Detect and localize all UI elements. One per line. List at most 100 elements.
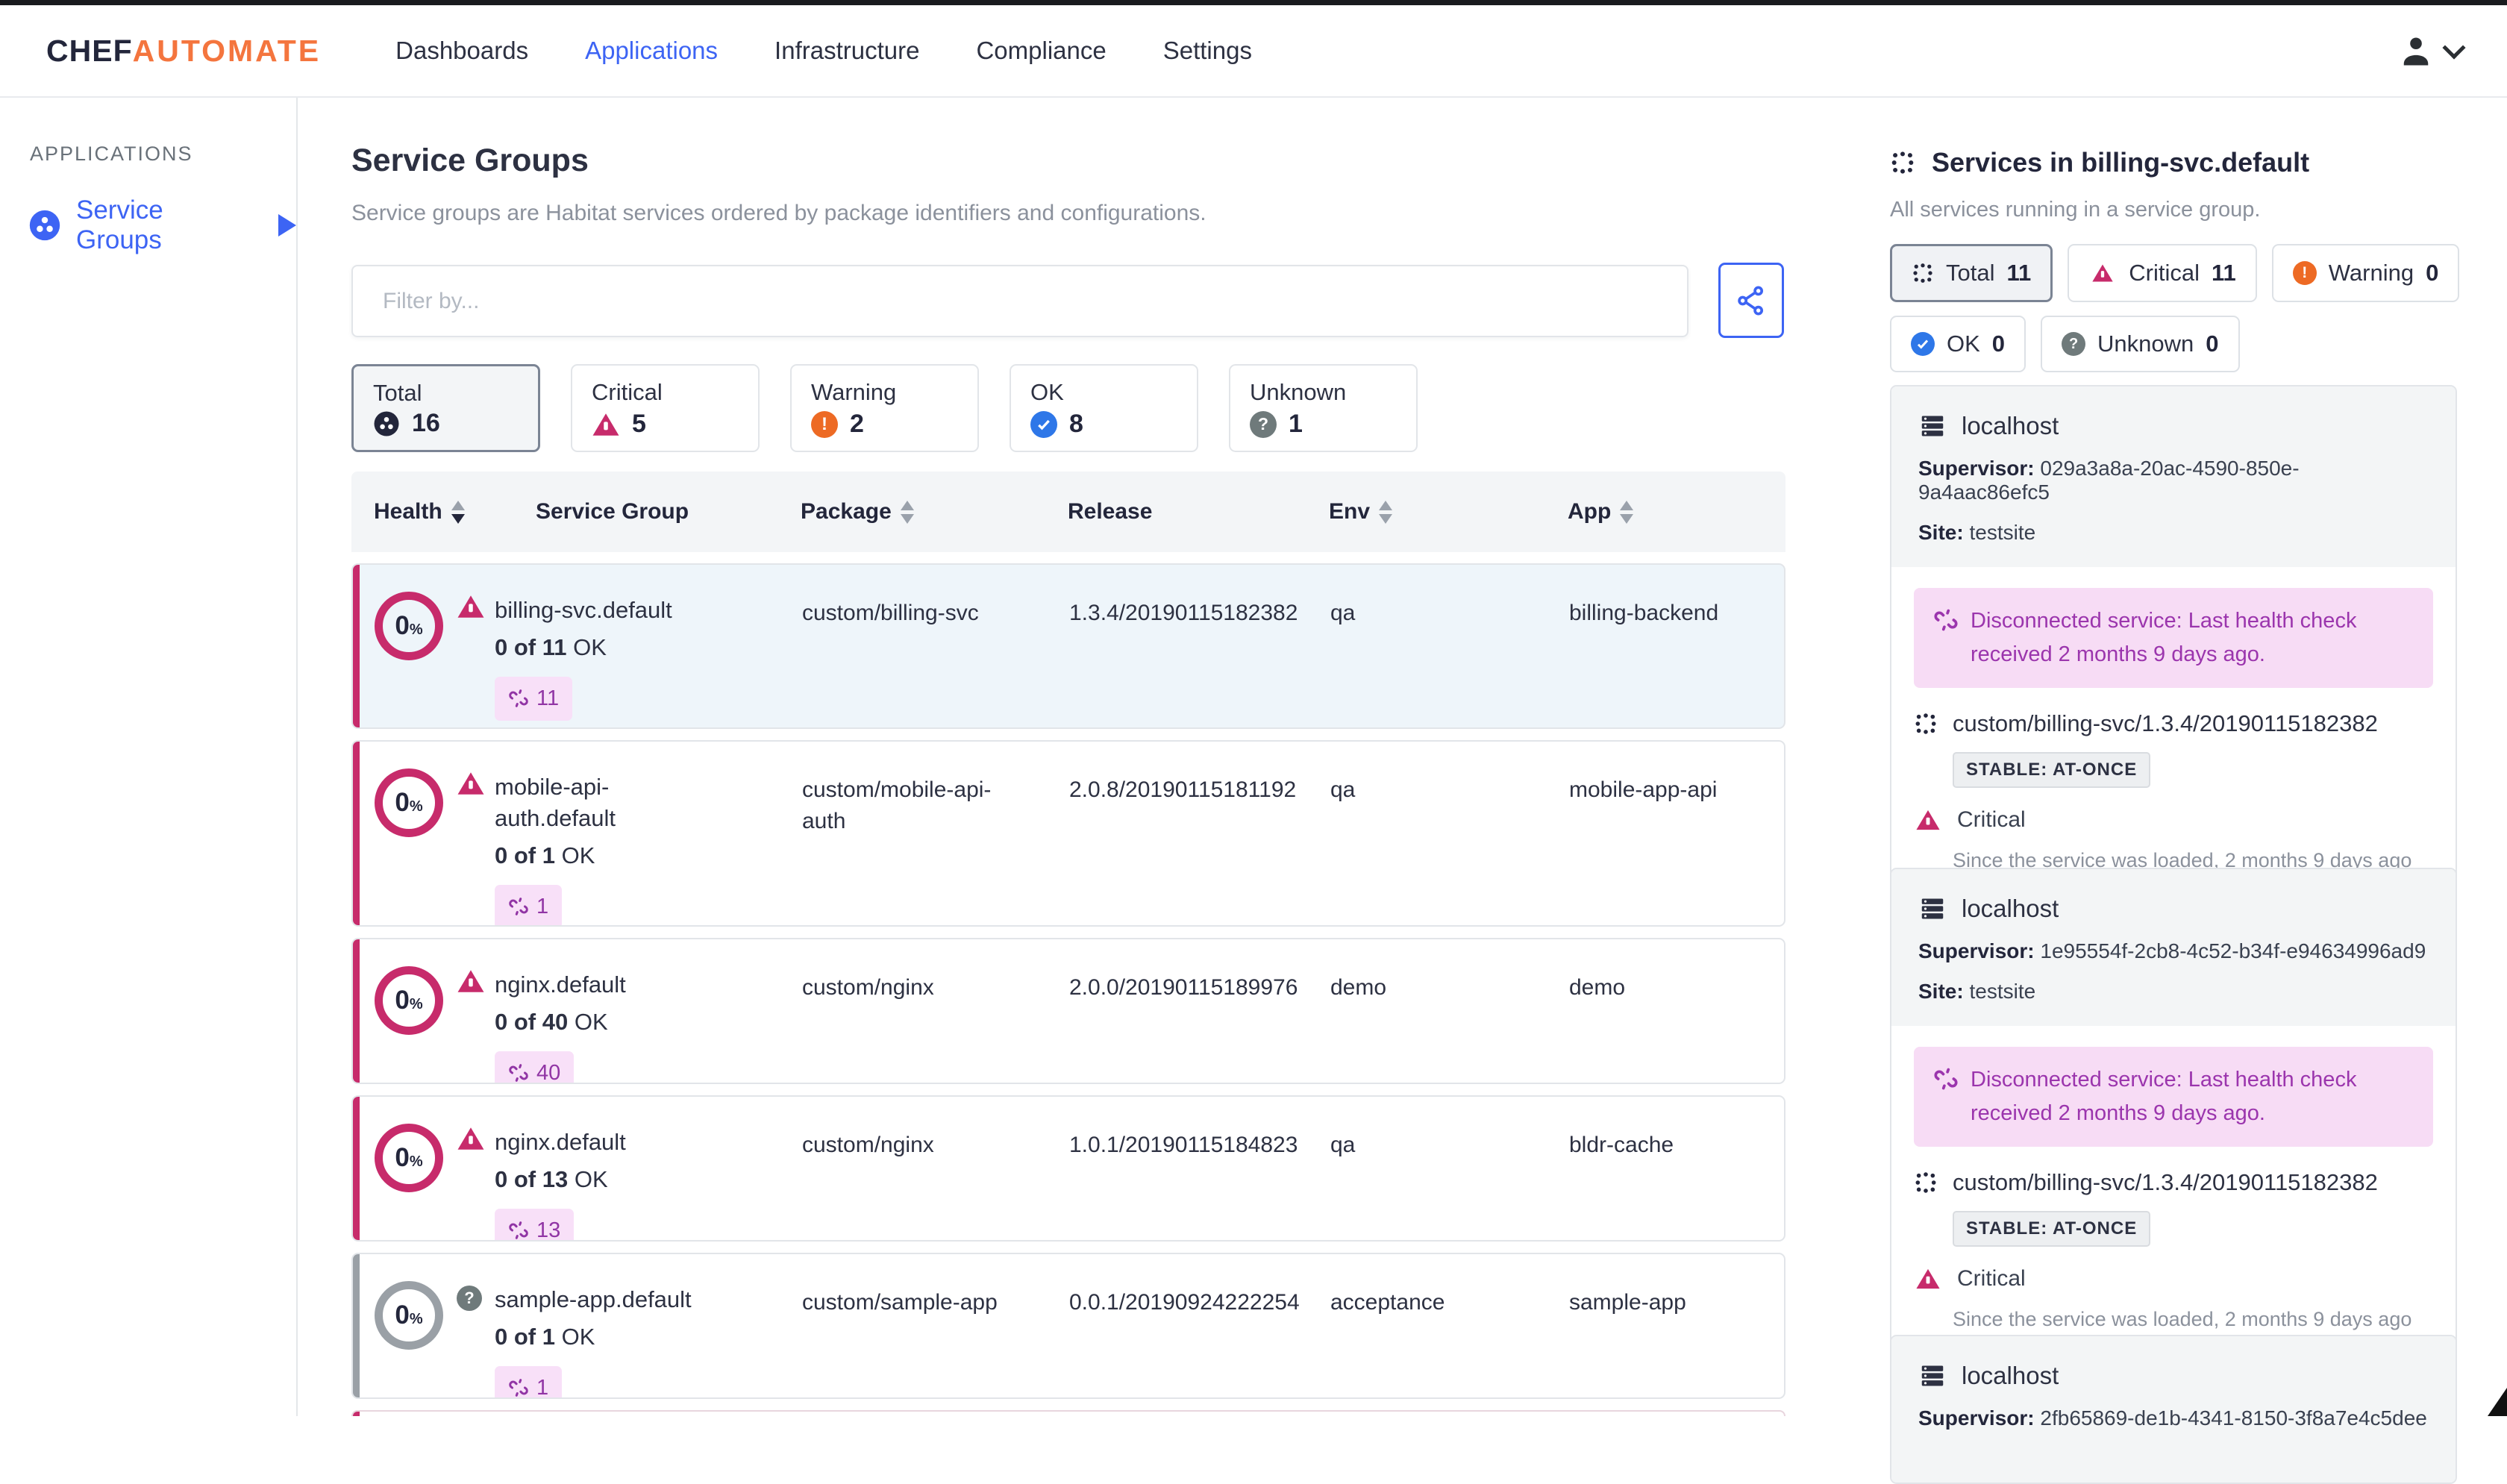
pill-ok[interactable]: OK0 <box>1890 316 2026 372</box>
nav-tab-dashboards[interactable]: Dashboards <box>395 37 528 65</box>
service-group-name: nginx.default <box>495 969 780 1001</box>
critical-accent-bar <box>353 1097 360 1240</box>
critical-accent-bar <box>353 939 360 1083</box>
service-package-id: custom/billing-svc/1.3.4/20190115182382 <box>1953 710 2378 737</box>
table-row-nginx-demo[interactable]: 0% nginx.default 0 of 40 OK 40 custom/ng… <box>351 938 1785 1084</box>
disconnected-badge[interactable]: 13 <box>495 1209 574 1242</box>
user-avatar-icon <box>2397 31 2435 70</box>
page-title: Service Groups <box>351 143 589 179</box>
disconnected-badge[interactable]: 40 <box>495 1051 574 1084</box>
service-group-name: nginx.default <box>495 1127 780 1158</box>
critical-icon <box>458 970 484 992</box>
nav-tab-compliance[interactable]: Compliance <box>976 37 1106 65</box>
banner-text: Disconnected service: Last health check … <box>1971 1063 2414 1130</box>
package-cell: custom/nginx <box>802 939 1069 1084</box>
critical-icon <box>593 413 619 435</box>
pill-critical[interactable]: Critical11 <box>2068 244 2257 302</box>
disconnected-banner: Disconnected service: Last health check … <box>1914 588 2433 688</box>
broken-link-icon <box>508 1220 529 1241</box>
health-ring: 0% <box>375 592 443 660</box>
env-cell: qa <box>1330 1097 1569 1242</box>
filter-input[interactable] <box>351 265 1688 337</box>
package-cell: custom/nginx <box>802 1097 1069 1242</box>
status-card-warning[interactable]: Warning ! 2 <box>790 364 979 452</box>
services-dots-icon <box>1914 712 1938 736</box>
sort-icon[interactable] <box>1379 501 1392 524</box>
table-row-nginx-bldr[interactable]: 0% nginx.default 0 of 13 OK 13 custom/ng… <box>351 1095 1785 1242</box>
critical-accent-bar <box>353 742 360 925</box>
services-dots-icon <box>1890 150 1915 175</box>
column-header-app[interactable]: App <box>1568 499 1785 525</box>
host-name: localhost <box>1962 895 2059 923</box>
status-card-label: Critical <box>592 379 758 406</box>
service-card-2[interactable]: localhost Supervisor: 1e95554f-2cb8-4c52… <box>1890 868 2457 1355</box>
column-header-env[interactable]: Env <box>1329 499 1568 525</box>
host-name: localhost <box>1962 412 2059 440</box>
status-card-label: OK <box>1030 379 1197 406</box>
sidebar-item-service-groups[interactable]: Service Groups <box>28 195 296 255</box>
status-card-count: 16 <box>412 409 440 438</box>
health-ring: 0% <box>375 966 443 1035</box>
disconnected-badge[interactable]: 1 <box>495 1366 562 1399</box>
app-cell: mobile-app-api <box>1569 742 1784 927</box>
app-cell: demo <box>1569 939 1784 1084</box>
nav-tab-applications[interactable]: Applications <box>585 37 718 65</box>
app-cell: billing-backend <box>1569 565 1784 727</box>
warning-icon: ! <box>2293 261 2317 285</box>
chevron-down-icon <box>2442 36 2465 59</box>
critical-icon <box>2093 264 2113 281</box>
status-card-count: 1 <box>1289 410 1303 439</box>
broken-link-icon <box>508 1377 529 1398</box>
status-card-unknown[interactable]: Unknown ? 1 <box>1229 364 1418 452</box>
critical-accent-bar <box>353 565 360 727</box>
column-header-service-group[interactable]: Service Group <box>493 499 801 525</box>
column-header-package[interactable]: Package <box>801 499 1068 525</box>
release-cell: 2.0.8/20190115181192 <box>1069 742 1330 927</box>
critical-icon <box>458 595 484 617</box>
health-ring: 0% <box>375 768 443 837</box>
service-card-1[interactable]: localhost Supervisor: 029a3a8a-20ac-4590… <box>1890 385 2457 896</box>
status-card-ok[interactable]: OK 8 <box>1010 364 1198 452</box>
expand-arrow-icon[interactable] <box>278 214 296 237</box>
critical-icon <box>458 772 484 794</box>
services-dots-icon <box>1912 262 1934 284</box>
table-row-partial[interactable] <box>351 1410 1785 1416</box>
status-card-total[interactable]: Total 16 <box>351 364 540 452</box>
release-cell: 1.0.1/20190115184823 <box>1069 1097 1330 1242</box>
health-ring: 0% <box>375 1124 443 1192</box>
service-groups-icon <box>28 209 61 242</box>
user-menu[interactable] <box>2397 31 2462 70</box>
pill-total[interactable]: Total11 <box>1890 244 2053 302</box>
sort-icon[interactable] <box>451 501 465 524</box>
table-row-sample-app[interactable]: 0% ? sample-app.default 0 of 1 OK 1 cust… <box>351 1253 1785 1399</box>
disconnected-badge[interactable]: 1 <box>495 885 562 927</box>
disconnected-count: 11 <box>536 684 559 713</box>
column-header-health[interactable]: Health <box>351 499 493 525</box>
host-name: localhost <box>1962 1362 2059 1390</box>
table-row-mobile-api-auth[interactable]: 0% mobile-api-auth.default 0 of 1 OK 1 c… <box>351 740 1785 927</box>
table-row-billing-svc[interactable]: 0% billing-svc.default 0 of 11 OK 11 cus… <box>351 563 1785 729</box>
column-header-release[interactable]: Release <box>1068 499 1329 525</box>
sort-icon[interactable] <box>1620 501 1633 524</box>
services-detail-panel: Services in billing-svc.default All serv… <box>1793 98 2507 1416</box>
pill-warning[interactable]: ! Warning0 <box>2272 244 2460 302</box>
service-group-name: mobile-api-auth.default <box>495 771 696 834</box>
sort-icon[interactable] <box>901 501 914 524</box>
status-card-count: 5 <box>632 410 646 439</box>
status-card-count: 2 <box>850 410 864 439</box>
release-cell: 2.0.0/20190115189976 <box>1069 939 1330 1084</box>
chef-automate-logo[interactable]: CHEF AUTOMATE <box>46 34 321 69</box>
nav-tab-settings[interactable]: Settings <box>1163 37 1252 65</box>
share-button[interactable] <box>1718 263 1784 338</box>
status-card-critical[interactable]: Critical 5 <box>571 364 760 452</box>
pill-unknown[interactable]: ? Unknown0 <box>2041 316 2240 372</box>
page-subtitle: Service groups are Habitat services orde… <box>351 201 1206 226</box>
status-filter-cards: Total 16 Critical 5 Warning ! 2 OK <box>351 364 1418 452</box>
nav-tab-infrastructure[interactable]: Infrastructure <box>774 37 919 65</box>
panel-title: Services in billing-svc.default <box>1932 147 2309 178</box>
disconnected-badge[interactable]: 11 <box>495 677 572 721</box>
unknown-icon: ? <box>2062 332 2085 356</box>
service-card-3[interactable]: localhost Supervisor: 2fb65869-de1b-4341… <box>1890 1335 2457 1484</box>
service-groups-table: Health Service Group Package Release Env… <box>351 472 1785 1416</box>
logo-automate: AUTOMATE <box>133 34 322 69</box>
